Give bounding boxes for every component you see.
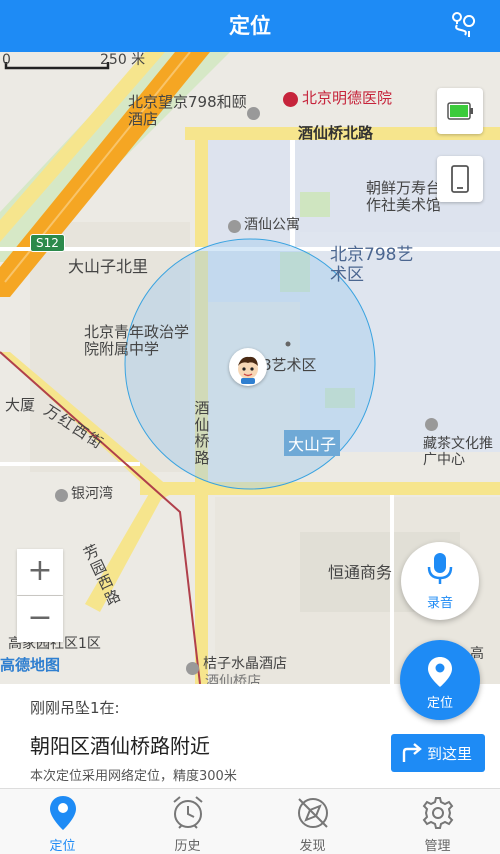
tab-discover-label: 发现 xyxy=(299,839,326,854)
hospital-icon xyxy=(283,92,298,107)
zoom-out-button[interactable]: − xyxy=(17,596,63,642)
map-label-juzi-hotel: 桔子水晶酒店 xyxy=(203,656,287,672)
hotel-icon xyxy=(247,107,260,120)
s12-badge: S12 xyxy=(30,234,65,252)
tea-icon xyxy=(425,418,438,431)
battery-icon xyxy=(447,102,473,120)
tab-manage-label: 管理 xyxy=(424,839,451,854)
location-pin-icon xyxy=(428,657,452,687)
map-label-jiuxian-apartment: 酒仙公寓 xyxy=(244,217,300,233)
map-label-yinhewan: 银河湾 xyxy=(71,486,113,502)
compass-icon xyxy=(298,798,328,828)
map-label-dasha: 大厦 xyxy=(5,396,36,414)
phone-icon xyxy=(451,165,469,193)
avatar-icon xyxy=(238,356,258,384)
route-pin-icon[interactable] xyxy=(446,8,480,42)
tab-locate-label: 定位 xyxy=(49,839,76,854)
map-label-hotel: 北京望京798和颐酒店 xyxy=(128,93,247,129)
page-title: 定位 xyxy=(229,14,271,38)
phone-button[interactable] xyxy=(437,156,483,202)
map-label-dashanzi: 大山子 xyxy=(288,435,337,454)
bottom-tab-bar: 定位 历史 发现 管理 xyxy=(0,788,500,854)
scale-bar-label: 250 米 xyxy=(100,52,146,68)
alarm-clock-icon xyxy=(173,796,203,829)
tab-history-label: 历史 xyxy=(174,839,201,854)
tab-locate[interactable]: 定位 xyxy=(0,789,125,854)
map-label-cang-cha: 藏茶文化推广中心 xyxy=(423,436,493,469)
scale-zero-label: 0 xyxy=(2,52,11,68)
gear-icon xyxy=(422,797,454,829)
turn-right-icon xyxy=(402,743,422,762)
map-label-hospital: 北京明德医院 xyxy=(302,89,393,107)
app-header: 定位 xyxy=(0,0,500,52)
locate-button[interactable]: 定位 xyxy=(400,640,480,720)
map-label-798-art: 北京798艺术区 xyxy=(330,245,414,285)
tab-discover[interactable]: 发现 xyxy=(250,789,375,854)
device-avatar-marker[interactable] xyxy=(229,348,267,386)
map-label-798-partial: 8艺术区 xyxy=(262,356,317,374)
record-label: 录音 xyxy=(426,596,453,611)
yinhewan-icon xyxy=(55,489,68,502)
gaode-logo: 高德地图 xyxy=(0,656,61,674)
location-accuracy-note: 本次定位采用网络定位，精度300米 xyxy=(30,769,237,784)
zoom-in-button[interactable]: + xyxy=(17,549,63,595)
goto-label: 到这里 xyxy=(427,745,473,763)
map-view[interactable]: 0 250 米 北京望京798和颐酒店 北京明德医院 酒仙桥北路 朝鲜万寿台创作… xyxy=(0,52,500,684)
map-label-youth-college: 北京青年政治学院附属中学 xyxy=(84,323,190,359)
apartment-icon xyxy=(228,220,241,233)
map-label-hengtong: 恒通商务 xyxy=(328,563,393,582)
map-label-juzi-sub: 酒仙桥店 xyxy=(205,674,261,684)
s12-label: S12 xyxy=(36,236,59,250)
battery-button[interactable] xyxy=(437,88,483,134)
location-address: 朝阳区酒仙桥路附近 xyxy=(30,734,210,758)
goto-button[interactable]: 到这里 xyxy=(391,734,485,772)
tab-manage[interactable]: 管理 xyxy=(375,789,500,854)
location-pin-icon xyxy=(50,796,76,830)
juzi-hotel-icon xyxy=(186,662,199,675)
map-label-dashanzi-north: 大山子北里 xyxy=(68,257,149,276)
tab-history[interactable]: 历史 xyxy=(125,789,250,854)
dashanzi-tag: 大山子 xyxy=(284,430,341,456)
map-label-jiuxianqiao-road: 酒仙桥路 xyxy=(194,399,210,467)
map-label-jiuxianqiao-north-road: 酒仙桥北路 xyxy=(298,124,374,142)
location-status: 刚刚吊坠1在: xyxy=(30,699,120,717)
record-button[interactable]: 录音 xyxy=(401,542,479,620)
locate-label: 定位 xyxy=(426,696,453,711)
microphone-icon xyxy=(427,553,453,584)
